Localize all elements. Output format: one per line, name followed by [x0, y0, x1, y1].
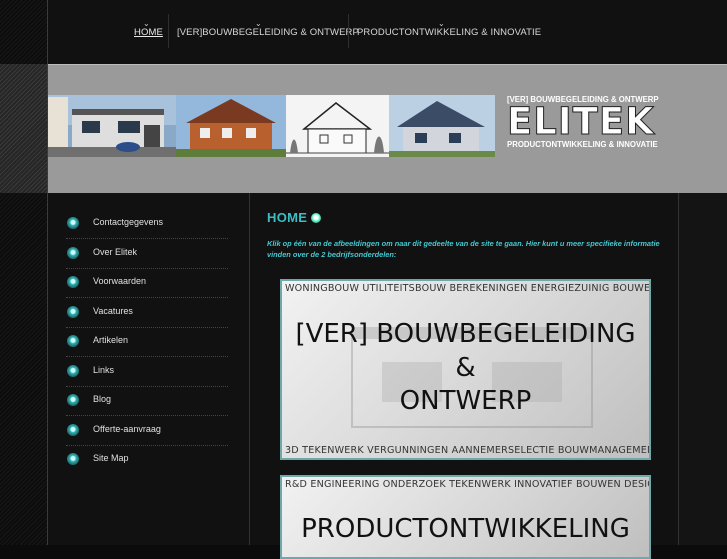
sidebar-item-label: Blog: [93, 394, 112, 404]
bullet-icon: [67, 365, 79, 377]
house-photo-render[interactable]: [389, 95, 495, 157]
nav-item-productontwikkeling[interactable]: PRODUCTONTWIKKELING & INNOVATIE: [357, 27, 541, 38]
sidebar-item-label: Offerte-aanvraag: [93, 424, 161, 434]
sidebar-item-contactgegevens[interactable]: Contactgegevens: [66, 209, 228, 239]
sidebar-item-site-map[interactable]: Site Map: [66, 445, 228, 474]
sidebar-item-vacatures[interactable]: Vacatures: [66, 298, 228, 328]
card-headline-line1: PRODUCTONTWIKKELING: [301, 514, 630, 544]
sidebar-item-artikelen[interactable]: Artikelen: [66, 327, 228, 357]
top-navigation: ⌄ HOME ⌄ [VER]BOUWBEGELEIDING & ONTWERP …: [48, 0, 727, 64]
logo-tagline-bottom: PRODUCTONTWIKKELING & INNOVATIE: [507, 140, 658, 149]
bullet-icon: [67, 247, 79, 259]
sidebar-item-label: Voorwaarden: [93, 276, 147, 286]
sidebar-item-offerte-aanvraag[interactable]: Offerte-aanvraag: [66, 416, 228, 446]
sidebar-item-label: Over Elitek: [93, 247, 138, 257]
house-photo-sketch[interactable]: [286, 95, 389, 157]
nav-item-home[interactable]: HOME: [134, 27, 163, 38]
sidebar-item-label: Vacatures: [93, 306, 133, 316]
title-bullet-icon: [311, 213, 321, 223]
bullet-icon: [67, 217, 79, 229]
right-panel: [678, 193, 727, 545]
bullet-icon: [67, 335, 79, 347]
sidebar-item-over-elitek[interactable]: Over Elitek: [66, 239, 228, 269]
nav-separator: [168, 14, 169, 48]
sidebar-item-blog[interactable]: Blog: [66, 386, 228, 416]
card-bouwbegeleiding[interactable]: WONINGBOUW UTILITEITSBOUW BEREKENINGEN E…: [280, 279, 651, 460]
sidebar-item-label: Artikelen: [93, 335, 129, 345]
sidebar-item-label: Links: [93, 365, 115, 375]
nav-separator: [348, 14, 349, 48]
bullet-icon: [67, 394, 79, 406]
card-productontwikkeling[interactable]: R&D ENGINEERING ONDERZOEK TEKENWERK INNO…: [280, 475, 651, 559]
page-title: HOME: [267, 210, 308, 225]
house-photo-modern[interactable]: [48, 95, 176, 157]
main-content: HOME Klik op één van de afbeeldingen om …: [250, 193, 678, 559]
sidebar-item-links[interactable]: Links: [66, 357, 228, 387]
bullet-icon: [67, 424, 79, 436]
card-headline-line2: &: [455, 353, 476, 383]
sidebar-item-label: Site Map: [93, 453, 129, 463]
bullet-icon: [67, 306, 79, 318]
sidebar-menu: Contactgegevens Over Elitek Voorwaarden …: [48, 193, 249, 545]
left-decorative-strip: [0, 0, 47, 545]
bullet-icon: [67, 276, 79, 288]
bullet-icon: [67, 453, 79, 465]
card-keywords-top: R&D ENGINEERING ONDERZOEK TEKENWERK INNO…: [285, 479, 651, 490]
nav-item-bouwbegeleiding[interactable]: [VER]BOUWBEGELEIDING & ONTWERP: [177, 27, 359, 38]
sidebar-item-voorwaarden[interactable]: Voorwaarden: [66, 268, 228, 298]
card-keywords-bottom: 3D TEKENWERK VERGUNNINGEN AANNEMERSELECT…: [285, 445, 651, 456]
left-strip-band: [0, 64, 47, 193]
intro-text: Klik op één van de afbeeldingen om naar …: [267, 239, 660, 259]
logo-name: ELITEK: [507, 100, 655, 143]
sidebar-item-label: Contactgegevens: [93, 217, 164, 227]
card-keywords-top: WONINGBOUW UTILITEITSBOUW BEREKENINGEN E…: [285, 283, 651, 294]
card-headline-line3: ONTWERP: [399, 386, 532, 416]
card-headline-line1: [VER] BOUWBEGELEIDING: [295, 319, 636, 349]
elitek-logo[interactable]: [VER] BOUWBEGELEIDING & ONTWERP ELITEK P…: [507, 95, 669, 149]
header-banner: [VER] BOUWBEGELEIDING & ONTWERP ELITEK P…: [48, 64, 727, 194]
house-photo-brick[interactable]: [176, 95, 286, 157]
